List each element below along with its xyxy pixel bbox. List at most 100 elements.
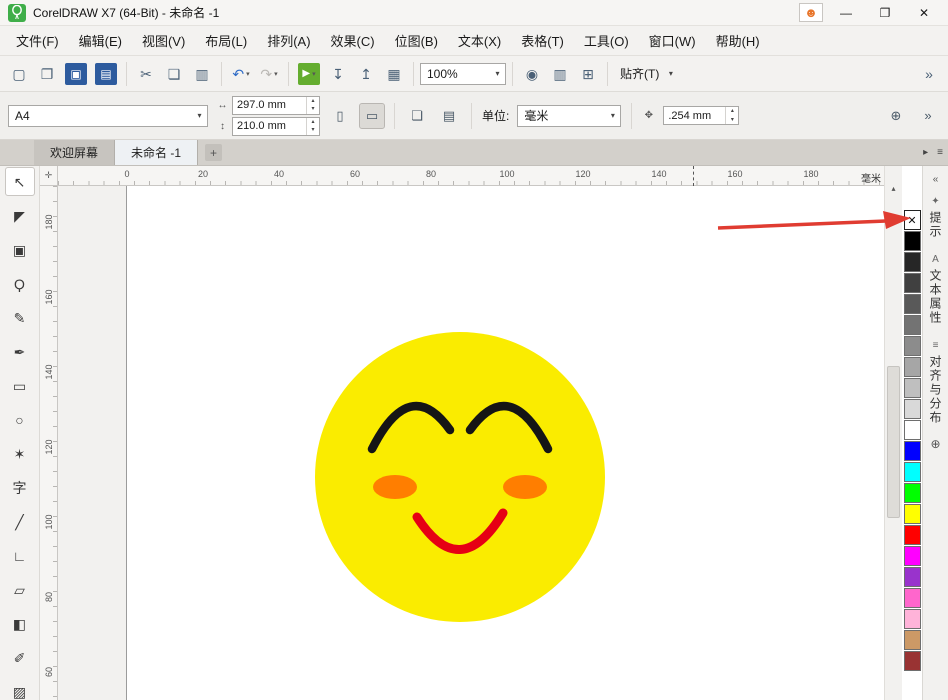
cut-button[interactable]: ✂: [133, 61, 159, 87]
spin-down-icon[interactable]: ▾: [307, 126, 319, 135]
minimize-button[interactable]: —: [830, 3, 862, 23]
caret-down-icon[interactable]: ▾: [192, 111, 207, 120]
nudge-offset-field[interactable]: .254 mm ▴ ▾: [663, 106, 739, 125]
smiley-face-circle[interactable]: [315, 332, 605, 622]
drop-shadow-tool[interactable]: ▱: [6, 576, 34, 603]
smiley-artwork[interactable]: [58, 186, 884, 700]
connector-tool[interactable]: ∟: [6, 542, 34, 569]
transparency-tool[interactable]: ◧: [6, 610, 34, 637]
print-button[interactable]: ▤: [95, 63, 117, 85]
welcome-screen-button[interactable]: ▦: [381, 61, 407, 87]
color-swatch[interactable]: [904, 567, 921, 587]
scrollbar-thumb[interactable]: [887, 366, 900, 518]
vertical-ruler[interactable]: 1801601401201008060: [40, 186, 58, 700]
menu-item[interactable]: 帮助(H): [706, 26, 770, 55]
menu-item[interactable]: 效果(C): [321, 26, 385, 55]
export-button[interactable]: ↥: [353, 61, 379, 87]
undo-button[interactable]: ↶▾: [228, 61, 254, 87]
new-tab-button[interactable]: +: [205, 144, 222, 161]
interactive-fill-tool[interactable]: ▨: [6, 678, 34, 700]
color-eyedropper-tool[interactable]: ✐: [6, 644, 34, 671]
color-swatch[interactable]: [904, 651, 921, 671]
horizontal-ruler[interactable]: 毫米 020406080100120140160180: [58, 166, 884, 186]
customize-button[interactable]: ⊕: [884, 104, 908, 128]
landscape-button[interactable]: ▭: [360, 104, 384, 128]
redo-button[interactable]: ↷▾: [256, 61, 282, 87]
tab-menu-icon[interactable]: ≡: [937, 147, 943, 158]
import-button[interactable]: ↧: [325, 61, 351, 87]
color-swatch[interactable]: [904, 462, 921, 482]
color-swatch[interactable]: [904, 441, 921, 461]
menu-item[interactable]: 布局(L): [195, 26, 257, 55]
copy-button[interactable]: ❏: [161, 61, 187, 87]
color-swatch[interactable]: [904, 588, 921, 608]
menu-item[interactable]: 工具(O): [574, 26, 639, 55]
close-button[interactable]: ✕: [908, 3, 940, 23]
spin-up-icon[interactable]: ▴: [726, 107, 738, 116]
full-screen-preview-button[interactable]: ◉: [519, 61, 545, 87]
menu-item[interactable]: 文件(F): [6, 26, 69, 55]
page-width-field[interactable]: 297.0 mm ▴ ▾: [232, 96, 320, 115]
portrait-button[interactable]: ▯: [328, 104, 352, 128]
color-swatch[interactable]: [904, 378, 921, 398]
scroll-up-icon[interactable]: ▴: [885, 180, 902, 196]
expand-dockers-icon[interactable]: «: [933, 174, 939, 185]
color-swatch[interactable]: [904, 483, 921, 503]
no-color-swatch[interactable]: ✕: [904, 210, 921, 230]
artistic-media-tool[interactable]: ✒: [6, 338, 34, 365]
show-rulers-button[interactable]: ▥: [547, 61, 573, 87]
dimension-tool[interactable]: ╱: [6, 508, 34, 535]
color-swatch[interactable]: [904, 504, 921, 524]
color-swatch[interactable]: [904, 525, 921, 545]
menu-item[interactable]: 位图(B): [385, 26, 448, 55]
color-swatch[interactable]: [904, 252, 921, 272]
spin-down-icon[interactable]: ▾: [307, 105, 319, 114]
pick-tool[interactable]: ↖: [6, 168, 34, 195]
quick-customize-icon[interactable]: ⊕: [930, 437, 940, 451]
zoom-level-combo[interactable]: 100%▾: [420, 63, 506, 85]
freehand-tool[interactable]: ✎: [6, 304, 34, 331]
page-height-field[interactable]: 210.0 mm ▴ ▾: [232, 117, 320, 136]
units-combo[interactable]: 毫米 ▾: [517, 105, 621, 127]
spinner-control[interactable]: ▴ ▾: [725, 107, 738, 124]
menu-item[interactable]: 表格(T): [511, 26, 574, 55]
docker-tab[interactable]: ≡对齐与分布: [927, 341, 944, 425]
spin-down-icon[interactable]: ▾: [726, 116, 738, 125]
account-avatar-icon[interactable]: ☻: [799, 3, 823, 22]
ellipse-tool[interactable]: ○: [6, 406, 34, 433]
text-tool[interactable]: 字: [6, 474, 34, 501]
polygon-tool[interactable]: ✶: [6, 440, 34, 467]
menu-item[interactable]: 编辑(E): [69, 26, 132, 55]
color-swatch[interactable]: [904, 336, 921, 356]
menu-item[interactable]: 视图(V): [132, 26, 195, 55]
color-swatch[interactable]: [904, 357, 921, 377]
document-tab[interactable]: 欢迎屏幕: [34, 140, 115, 165]
toolbar-overflow-button[interactable]: »: [916, 61, 942, 87]
zoom-tool[interactable]: Ϙ: [6, 270, 34, 297]
all-pages-button[interactable]: ❏: [405, 104, 429, 128]
docker-tab[interactable]: A文本属性: [927, 255, 944, 325]
drawing-canvas[interactable]: [58, 186, 884, 700]
color-swatch[interactable]: [904, 546, 921, 566]
spinner-control[interactable]: ▴ ▾: [306, 97, 319, 114]
docker-tab[interactable]: ✦提示: [927, 197, 944, 239]
document-tab[interactable]: 未命名 -1: [115, 140, 198, 165]
color-swatch[interactable]: [904, 399, 921, 419]
menu-item[interactable]: 文本(X): [448, 26, 511, 55]
shape-tool[interactable]: ◤: [6, 202, 34, 229]
color-swatch[interactable]: [904, 420, 921, 440]
snap-options-button[interactable]: 贴齐(T)▾: [614, 62, 684, 86]
page-size-combo[interactable]: A4 ▾: [8, 105, 208, 127]
color-swatch[interactable]: [904, 609, 921, 629]
rectangle-tool[interactable]: ▭: [6, 372, 34, 399]
color-swatch[interactable]: [904, 294, 921, 314]
ruler-origin-button[interactable]: ✛: [40, 166, 58, 186]
spin-up-icon[interactable]: ▴: [307, 97, 319, 106]
save-button[interactable]: ▣: [65, 63, 87, 85]
propbar-overflow-button[interactable]: »: [916, 104, 940, 128]
smiley-left-cheek[interactable]: [373, 475, 417, 499]
menu-item[interactable]: 排列(A): [257, 26, 320, 55]
spin-up-icon[interactable]: ▴: [307, 118, 319, 127]
color-swatch[interactable]: [904, 315, 921, 335]
menu-item[interactable]: 窗口(W): [639, 26, 706, 55]
